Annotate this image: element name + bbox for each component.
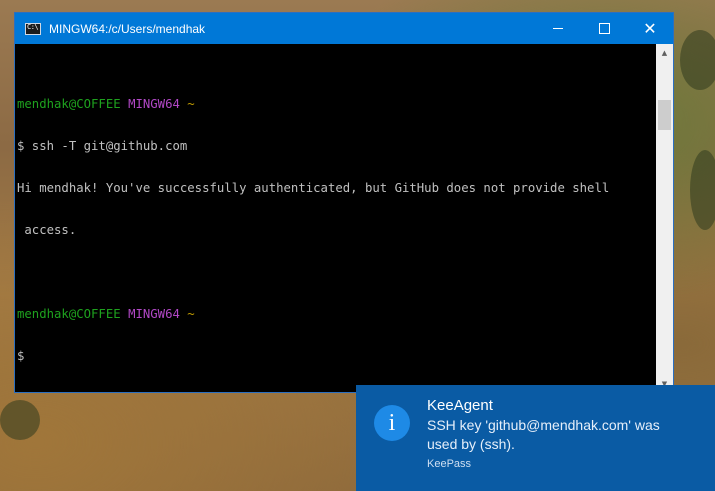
command-line: $ ssh -T git@github.com [17, 139, 188, 153]
prompt-user-host: mendhak@COFFEE [17, 97, 121, 111]
toast-title: KeeAgent [427, 397, 493, 414]
window-controls: ✕ [535, 13, 673, 44]
output-line: Hi mendhak! You've successfully authenti… [17, 181, 610, 195]
maximize-icon [598, 23, 610, 34]
window-title: MINGW64:/c/Users/mendhak [49, 21, 206, 36]
prompt-line: mendhak@COFFEE MINGW64 ~ [17, 307, 656, 321]
toast-source: KeePass [427, 458, 472, 470]
prompt-line: mendhak@COFFEE MINGW64 ~ [17, 97, 656, 111]
close-icon: ✕ [643, 18, 657, 38]
scroll-thumb[interactable] [658, 100, 671, 130]
title-bar[interactable]: C:\ MINGW64:/c/Users/mendhak ✕ [15, 13, 673, 44]
vertical-scrollbar[interactable]: ▲ ▼ [656, 44, 673, 392]
info-icon: i [374, 405, 410, 441]
toast-notification[interactable]: i KeeAgent SSH key 'github@mendhak.com' … [356, 385, 715, 491]
prompt-env: MINGW64 [128, 307, 180, 321]
prompt-path: ~ [187, 307, 195, 321]
prompt-env: MINGW64 [128, 97, 180, 111]
terminal-console[interactable]: mendhak@COFFEE MINGW64 ~ $ ssh -T git@gi… [15, 44, 656, 392]
minimize-icon [553, 28, 563, 29]
terminal-window[interactable]: C:\ MINGW64:/c/Users/mendhak ✕ mendhak@C… [14, 12, 674, 393]
console-icon[interactable]: C:\ [25, 22, 41, 35]
prompt-user-host: mendhak@COFFEE [17, 307, 121, 321]
prompt-path: ~ [187, 97, 195, 111]
output-line: access. [17, 223, 77, 237]
close-button[interactable]: ✕ [627, 13, 673, 44]
toast-body: SSH key 'github@mendhak.com' was used by… [427, 417, 660, 452]
maximize-button[interactable] [581, 13, 627, 44]
scroll-up-icon[interactable]: ▲ [656, 44, 673, 61]
minimize-button[interactable] [535, 13, 581, 44]
cursor-line: $ [17, 349, 25, 363]
